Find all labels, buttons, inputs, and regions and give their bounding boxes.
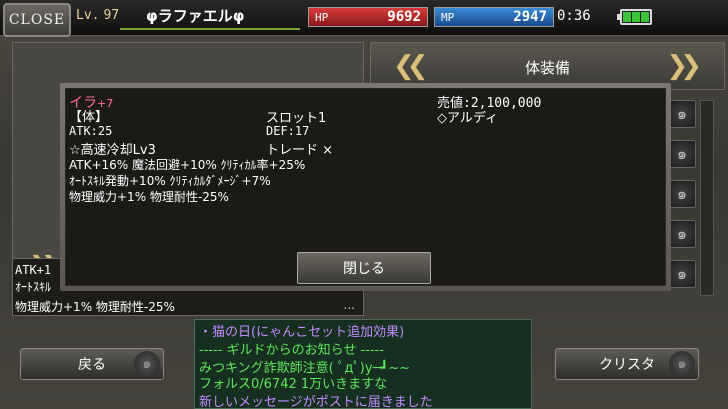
back-button[interactable]: 戻る ๑	[20, 348, 164, 380]
clock: 0:36	[557, 8, 591, 24]
crista-button[interactable]: クリスタ ๑	[555, 348, 699, 380]
chat-message: フォルス0/6742 1万いきますな	[199, 377, 388, 392]
chat-message: 新しいメッセージがポストに届きました	[199, 395, 433, 409]
more-indicator: ...	[343, 298, 355, 312]
equipment-slot[interactable]: ๑	[668, 260, 696, 288]
hp-gauge: HP 9692	[308, 7, 428, 27]
level-display: Lv. 97	[76, 8, 119, 23]
stats-line: ATK+1	[15, 263, 52, 277]
battery-cell	[623, 12, 631, 22]
item-bonus-line: ｵｰﾄｽｷﾙ発動+10% ｸﾘﾃｨｶﾙﾀﾞﾒｰｼﾞ+7%	[69, 174, 271, 188]
equipment-slot[interactable]: ๑	[668, 100, 696, 128]
crista-button-label: クリスタ	[599, 357, 655, 373]
equipment-slot[interactable]: ๑	[668, 220, 696, 248]
equipment-slot[interactable]: ๑	[668, 180, 696, 208]
item-owner: ◇アルディ	[437, 111, 498, 126]
ornament-icon: ๑	[134, 351, 160, 377]
hp-value: 9692	[387, 9, 421, 25]
item-bonus-line: 物理威力+1% 物理耐性-25%	[69, 190, 229, 204]
equipment-slot-list: ๑ ๑ ๑ ๑ ๑	[668, 100, 696, 296]
chat-log[interactable]: ・猫の日(にゃんこセット追加効果) ----- ギルドからのお知らせ -----…	[194, 319, 532, 409]
close-button[interactable]: CLOSE	[3, 3, 71, 37]
item-bonus-line: ATK+16% 魔法回避+10% ｸﾘﾃｨｶﾙ率+25%	[69, 158, 306, 172]
equipment-slot[interactable]: ๑	[668, 140, 696, 168]
item-category: 【体】	[69, 110, 109, 125]
mp-gauge: MP 2947	[434, 7, 554, 27]
chevron-right-icon[interactable]: ❯❯	[666, 51, 701, 81]
game-screen: CLOSE Lv. 97 φラファエルφ HP 9692 MP 2947 0:36…	[0, 0, 728, 409]
item-def: DEF:17	[266, 124, 310, 138]
mp-label: MP	[441, 11, 455, 24]
hp-label: HP	[315, 11, 329, 24]
item-atk: ATK:25	[69, 124, 113, 138]
close-popup-button[interactable]: 閉じる	[297, 252, 431, 284]
battery-cell	[641, 12, 649, 22]
level-label: Lv.	[76, 8, 100, 23]
chat-message: ----- ギルドからのお知らせ -----	[199, 343, 384, 358]
chat-message: ・猫の日(にゃんこセット追加効果)	[199, 325, 405, 340]
scrollbar[interactable]	[700, 100, 714, 296]
ornament-icon: ๑	[669, 351, 695, 377]
status-bar: CLOSE Lv. 97 φラファエルφ HP 9692 MP 2947 0:36	[0, 0, 728, 37]
battery-cell	[632, 12, 640, 22]
stats-line: 物理威力+1% 物理耐性-25%	[15, 300, 175, 314]
name-underline	[120, 28, 300, 30]
back-button-label: 戻る	[78, 357, 106, 373]
battery-icon	[617, 9, 652, 25]
mp-value: 2947	[513, 9, 547, 25]
level-value: 97	[103, 8, 120, 23]
stats-line: ｵｰﾄｽｷﾙ	[15, 280, 52, 294]
character-name: φラファエルφ	[146, 7, 245, 25]
